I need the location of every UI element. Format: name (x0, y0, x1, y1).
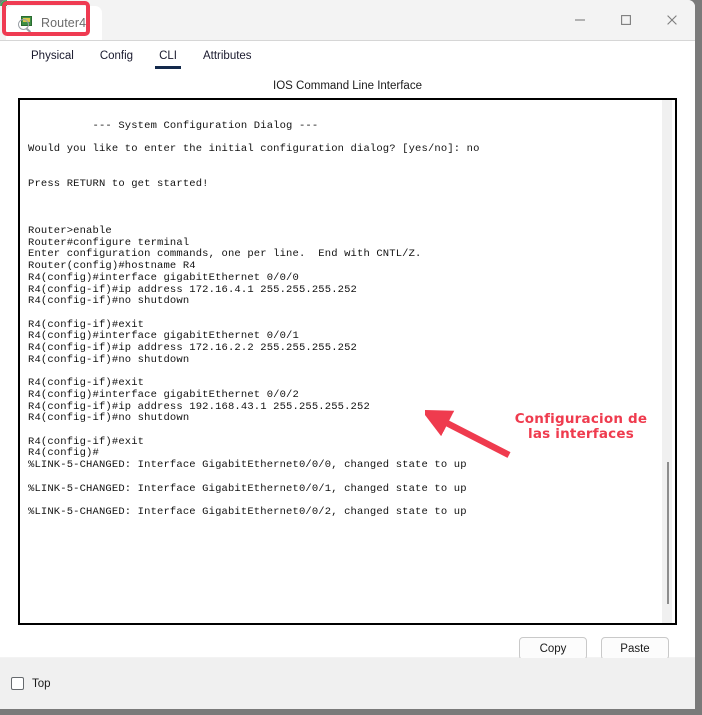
tab-attributes-label: Attributes (202, 50, 252, 62)
tab-physical-label: Physical (31, 50, 74, 62)
tab-cli-label: CLI (159, 50, 177, 62)
window-tab-strip: Router4 (0, 0, 103, 40)
tab-config-label: Config (99, 50, 134, 62)
copy-button[interactable]: Copy (519, 637, 587, 660)
window-tab-label: Router4 (41, 16, 87, 30)
maximize-button[interactable] (603, 0, 649, 40)
tab-cli[interactable]: CLI (146, 41, 190, 71)
router-window: Router4 Physical Config CLI Attributes I… (0, 0, 695, 709)
tab-config[interactable]: Config (87, 41, 146, 71)
footer-bar: Top (0, 658, 695, 709)
router-magnifier-icon (18, 15, 34, 33)
tab-physical[interactable]: Physical (18, 41, 87, 71)
terminal-panel[interactable]: --- System Configuration Dialog --- Woul… (18, 98, 677, 625)
window-controls (557, 0, 695, 40)
terminal-output[interactable]: --- System Configuration Dialog --- Woul… (28, 109, 661, 623)
minimize-button[interactable] (557, 0, 603, 40)
paste-button[interactable]: Paste (601, 637, 669, 660)
cli-heading: IOS Command Line Interface (273, 80, 422, 92)
device-tab-bar: Physical Config CLI Attributes (0, 41, 695, 71)
terminal-actions: Copy Paste (0, 625, 695, 660)
maximize-icon (621, 15, 631, 25)
minimize-icon (575, 19, 585, 21)
top-checkbox-label: Top (32, 677, 51, 690)
content-area: Physical Config CLI Attributes IOS Comma… (0, 40, 695, 660)
close-button[interactable] (649, 0, 695, 40)
terminal-scrollbar-thumb[interactable] (667, 462, 669, 604)
top-checkbox[interactable] (11, 677, 24, 690)
window-corner-accent (0, 0, 7, 6)
tab-attributes[interactable]: Attributes (190, 41, 265, 71)
close-icon (667, 15, 677, 25)
title-bar: Router4 (0, 0, 695, 40)
window-tab-router4[interactable]: Router4 (6, 6, 103, 40)
